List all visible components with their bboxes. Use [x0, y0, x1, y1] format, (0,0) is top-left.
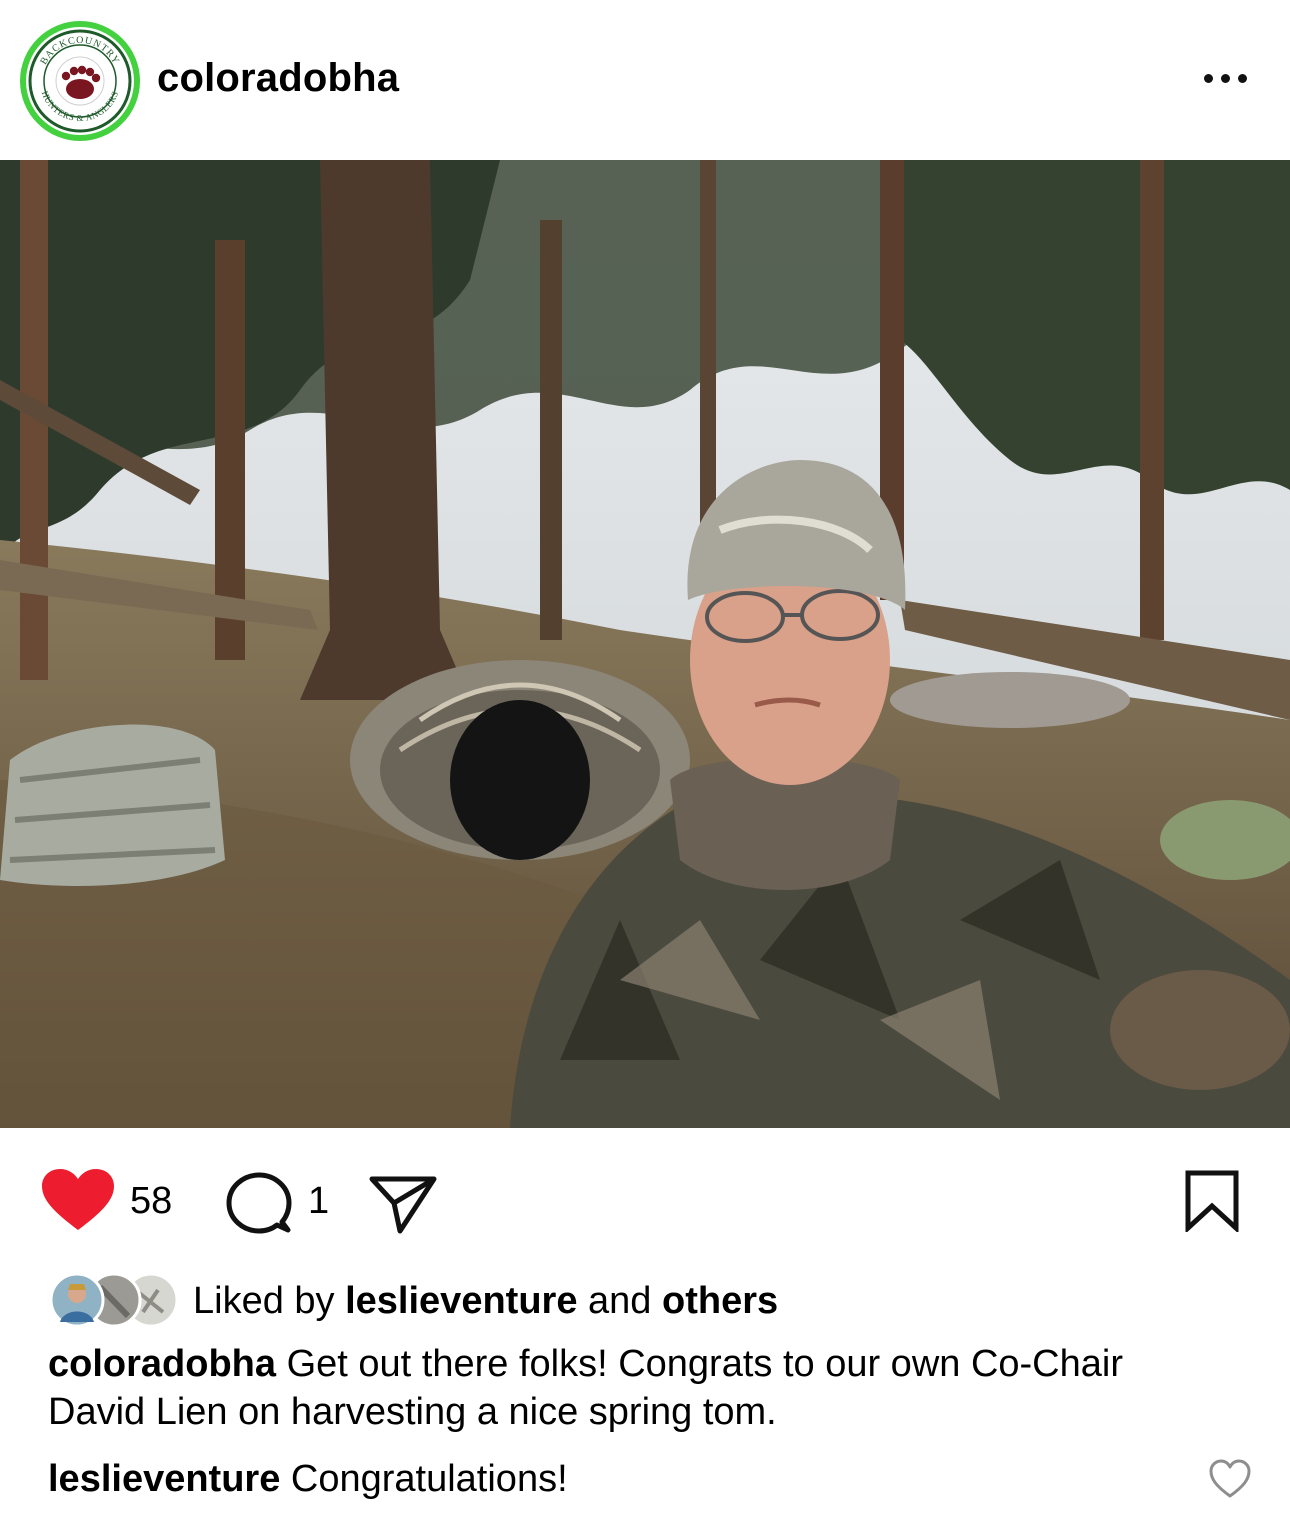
heart-filled-icon [42, 1169, 114, 1230]
share-button[interactable] [368, 1174, 438, 1234]
more-options-button[interactable] [1190, 55, 1260, 101]
profile-avatar[interactable]: BACKCOUNTRY HUNTERS & ANGLERS [20, 21, 140, 141]
save-button[interactable] [1184, 1170, 1240, 1234]
more-dot [1237, 73, 1247, 83]
liked-by-text: Liked by leslieventure and others [193, 1280, 778, 1323]
liked-by-others-link[interactable]: others [662, 1280, 778, 1322]
send-icon [369, 1176, 437, 1234]
like-count[interactable]: 58 [130, 1180, 172, 1223]
post-actions: 58 1 [0, 1128, 1290, 1278]
more-horizontal-icon [1203, 73, 1213, 83]
avatar-logo: BACKCOUNTRY HUNTERS & ANGLERS [26, 27, 134, 135]
post-username[interactable]: coloradobha [157, 56, 399, 101]
comment-item: leslieventure Congratulations! [48, 1455, 1198, 1503]
liked-by-prefix: Liked by [193, 1280, 335, 1322]
comment-count[interactable]: 1 [308, 1180, 329, 1223]
liked-by-middle: and [588, 1280, 652, 1322]
comment-like-button[interactable] [1208, 1458, 1252, 1502]
like-button[interactable] [40, 1168, 116, 1232]
caption-username[interactable]: coloradobha [48, 1343, 276, 1385]
bookmark-icon [1185, 1170, 1239, 1234]
comment-icon [226, 1172, 292, 1234]
post-header: BACKCOUNTRY HUNTERS & ANGLERS coloradobh… [0, 0, 1290, 160]
liked-by-user-link[interactable]: leslieventure [345, 1280, 577, 1322]
comment-username[interactable]: leslieventure [48, 1458, 280, 1500]
liked-by-avatars[interactable] [48, 1272, 183, 1328]
comment-button[interactable] [226, 1172, 292, 1238]
more-dot [1220, 73, 1230, 83]
liked-by-row[interactable]: Liked by leslieventure and others [48, 1272, 1248, 1332]
post-caption: coloradobha Get out there folks! Congrat… [48, 1340, 1228, 1436]
comment-text: Congratulations! [290, 1458, 568, 1500]
heart-outline-icon [1209, 1459, 1251, 1498]
post-photo[interactable] [0, 160, 1290, 1128]
